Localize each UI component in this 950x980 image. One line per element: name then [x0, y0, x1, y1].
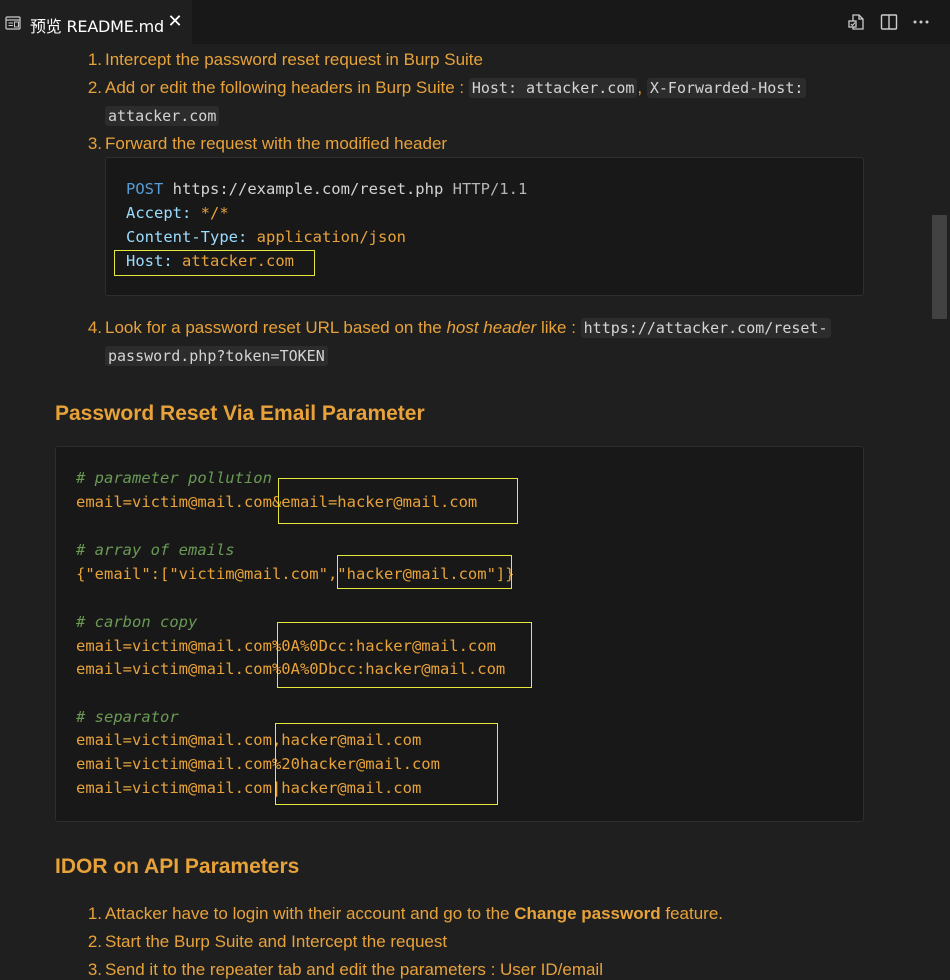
- list-item-text: Intercept the password reset request in …: [105, 50, 483, 69]
- list-item-text: Forward the request with the modified he…: [105, 134, 448, 153]
- inline-code: X-Forwarded-Host:: [646, 78, 807, 98]
- tab-title: 预览 README.md: [30, 17, 164, 36]
- code-comment: # parameter pollution: [76, 469, 272, 487]
- list-number: 1.: [87, 50, 102, 69]
- tab-readme-preview[interactable]: 预览 README.md ✕: [0, 0, 192, 44]
- close-icon[interactable]: ✕: [164, 11, 186, 33]
- code-comment: # separator: [76, 708, 179, 726]
- code-block-request: POST https://example.com/reset.php HTTP/…: [105, 157, 864, 296]
- list-item-text: like :: [536, 318, 581, 337]
- list-item-continuation: attacker.com: [105, 106, 220, 126]
- code-comment: # array of emails: [76, 541, 235, 559]
- section-heading: Password Reset Via Email Parameter: [55, 402, 425, 425]
- inline-code: https://attacker.com/reset-: [580, 318, 831, 338]
- code-line: POST https://example.com/reset.php HTTP/…: [126, 180, 528, 198]
- list-item-continuation: password.php?token=TOKEN: [105, 346, 328, 366]
- code-block-email: # parameter pollution email=victim@mail.…: [55, 446, 864, 822]
- more-actions-icon[interactable]: [911, 12, 931, 32]
- split-editor-icon[interactable]: [879, 12, 899, 32]
- separator-text: ,: [637, 78, 647, 97]
- list-item-text: Start the Burp Suite and Intercept the r…: [105, 932, 448, 951]
- vertical-scrollbar-thumb[interactable]: [932, 215, 947, 319]
- list-item-text: Add or edit the following headers in Bur…: [105, 78, 469, 97]
- highlight-box: [275, 723, 498, 805]
- list-item-text: Send it to the repeater tab and edit the…: [105, 960, 603, 979]
- list-number: 2.: [87, 932, 102, 951]
- highlight-box: [114, 250, 315, 276]
- code-line: Accept: */*: [126, 204, 229, 222]
- list-item-text: Attacker have to login with their accoun…: [105, 904, 515, 923]
- inline-code: Host: attacker.com: [468, 78, 638, 98]
- list-number: 3.: [87, 134, 102, 153]
- code-comment: # carbon copy: [76, 613, 198, 631]
- highlight-box: [278, 478, 518, 524]
- highlight-box: [337, 555, 512, 589]
- section-heading: IDOR on API Parameters: [55, 855, 300, 878]
- code-line: Content-Type: application/json: [126, 228, 406, 246]
- tab-bar: 预览 README.md ✕: [0, 0, 950, 44]
- strong-text: Change password: [514, 904, 661, 923]
- highlight-box: [277, 622, 532, 688]
- list-number: 3.: [87, 960, 102, 979]
- list-number: 2.: [87, 78, 102, 97]
- open-source-icon[interactable]: [847, 12, 867, 32]
- list-item-text: feature.: [660, 904, 723, 923]
- inline-code: password.php?token=TOKEN: [105, 346, 328, 366]
- emphasis-text: host header: [446, 318, 537, 337]
- preview-icon: [5, 16, 21, 30]
- inline-code: attacker.com: [105, 106, 220, 126]
- list-item-text: Look for a password reset URL based on t…: [105, 318, 447, 337]
- list-number: 4.: [87, 318, 102, 337]
- list-number: 1.: [87, 904, 102, 923]
